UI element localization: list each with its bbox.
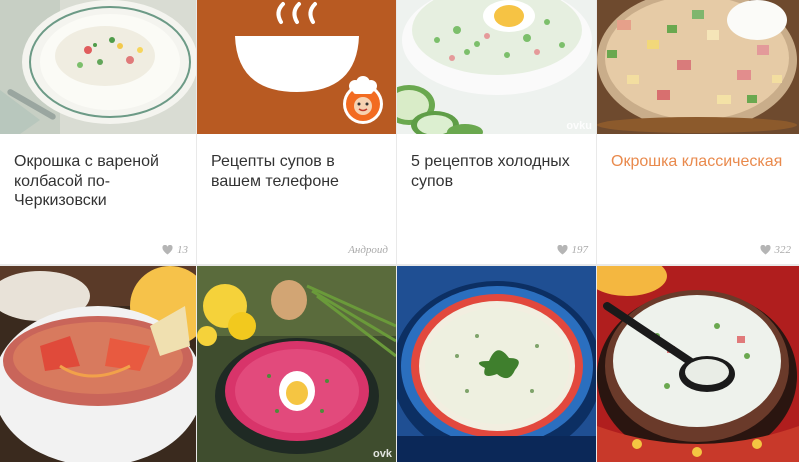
- recipe-title[interactable]: Рецепты супов в вашем телефоне: [211, 152, 386, 191]
- recipe-image[interactable]: [0, 0, 196, 134]
- source-label[interactable]: Андроид: [348, 244, 388, 256]
- likes-count: 197: [571, 244, 589, 256]
- recipe-image-ayran-soup[interactable]: [397, 266, 596, 462]
- watermark: ovk: [373, 448, 392, 460]
- watermark: ovku: [566, 120, 592, 132]
- recipe-title[interactable]: Окрошка классическая: [611, 152, 789, 172]
- app-banner-image[interactable]: [197, 0, 396, 134]
- recipe-image[interactable]: [597, 0, 799, 134]
- recipe-image-gazpacho[interactable]: [0, 266, 196, 462]
- heart-icon: [162, 245, 173, 255]
- recipe-card-cold-soups[interactable]: ovku 5 рецептов холодных супов 197: [397, 0, 596, 264]
- recipe-image-okroshka-kefir[interactable]: [597, 266, 799, 462]
- recipe-card-app-promo[interactable]: Рецепты супов в вашем телефоне Андроид: [197, 0, 396, 264]
- likes-counter[interactable]: 197: [556, 244, 589, 256]
- recipe-title[interactable]: Окрошка с вареной колбасой по-Черкизовск…: [14, 152, 186, 211]
- heart-icon: [556, 245, 568, 255]
- recipe-title[interactable]: 5 рецептов холодных супов: [411, 152, 586, 191]
- likes-count: 13: [177, 244, 188, 256]
- likes-counter[interactable]: 13: [162, 244, 188, 256]
- recipe-image[interactable]: ovku: [397, 0, 596, 134]
- likes-count: 322: [774, 244, 792, 256]
- source-name: Андроид: [348, 244, 388, 256]
- likes-counter[interactable]: 322: [759, 244, 792, 256]
- recipe-card-okroshka-cherkizovski[interactable]: Окрошка с вареной колбасой по-Черкизовск…: [0, 0, 196, 264]
- heart-icon: [759, 245, 771, 255]
- recipe-image-beet-soup[interactable]: ovk: [197, 266, 396, 462]
- recipe-card-okroshka-classic[interactable]: Окрошка классическая 322: [597, 0, 799, 264]
- recipe-grid: Окрошка с вареной колбасой по-Черкизовск…: [0, 0, 799, 462]
